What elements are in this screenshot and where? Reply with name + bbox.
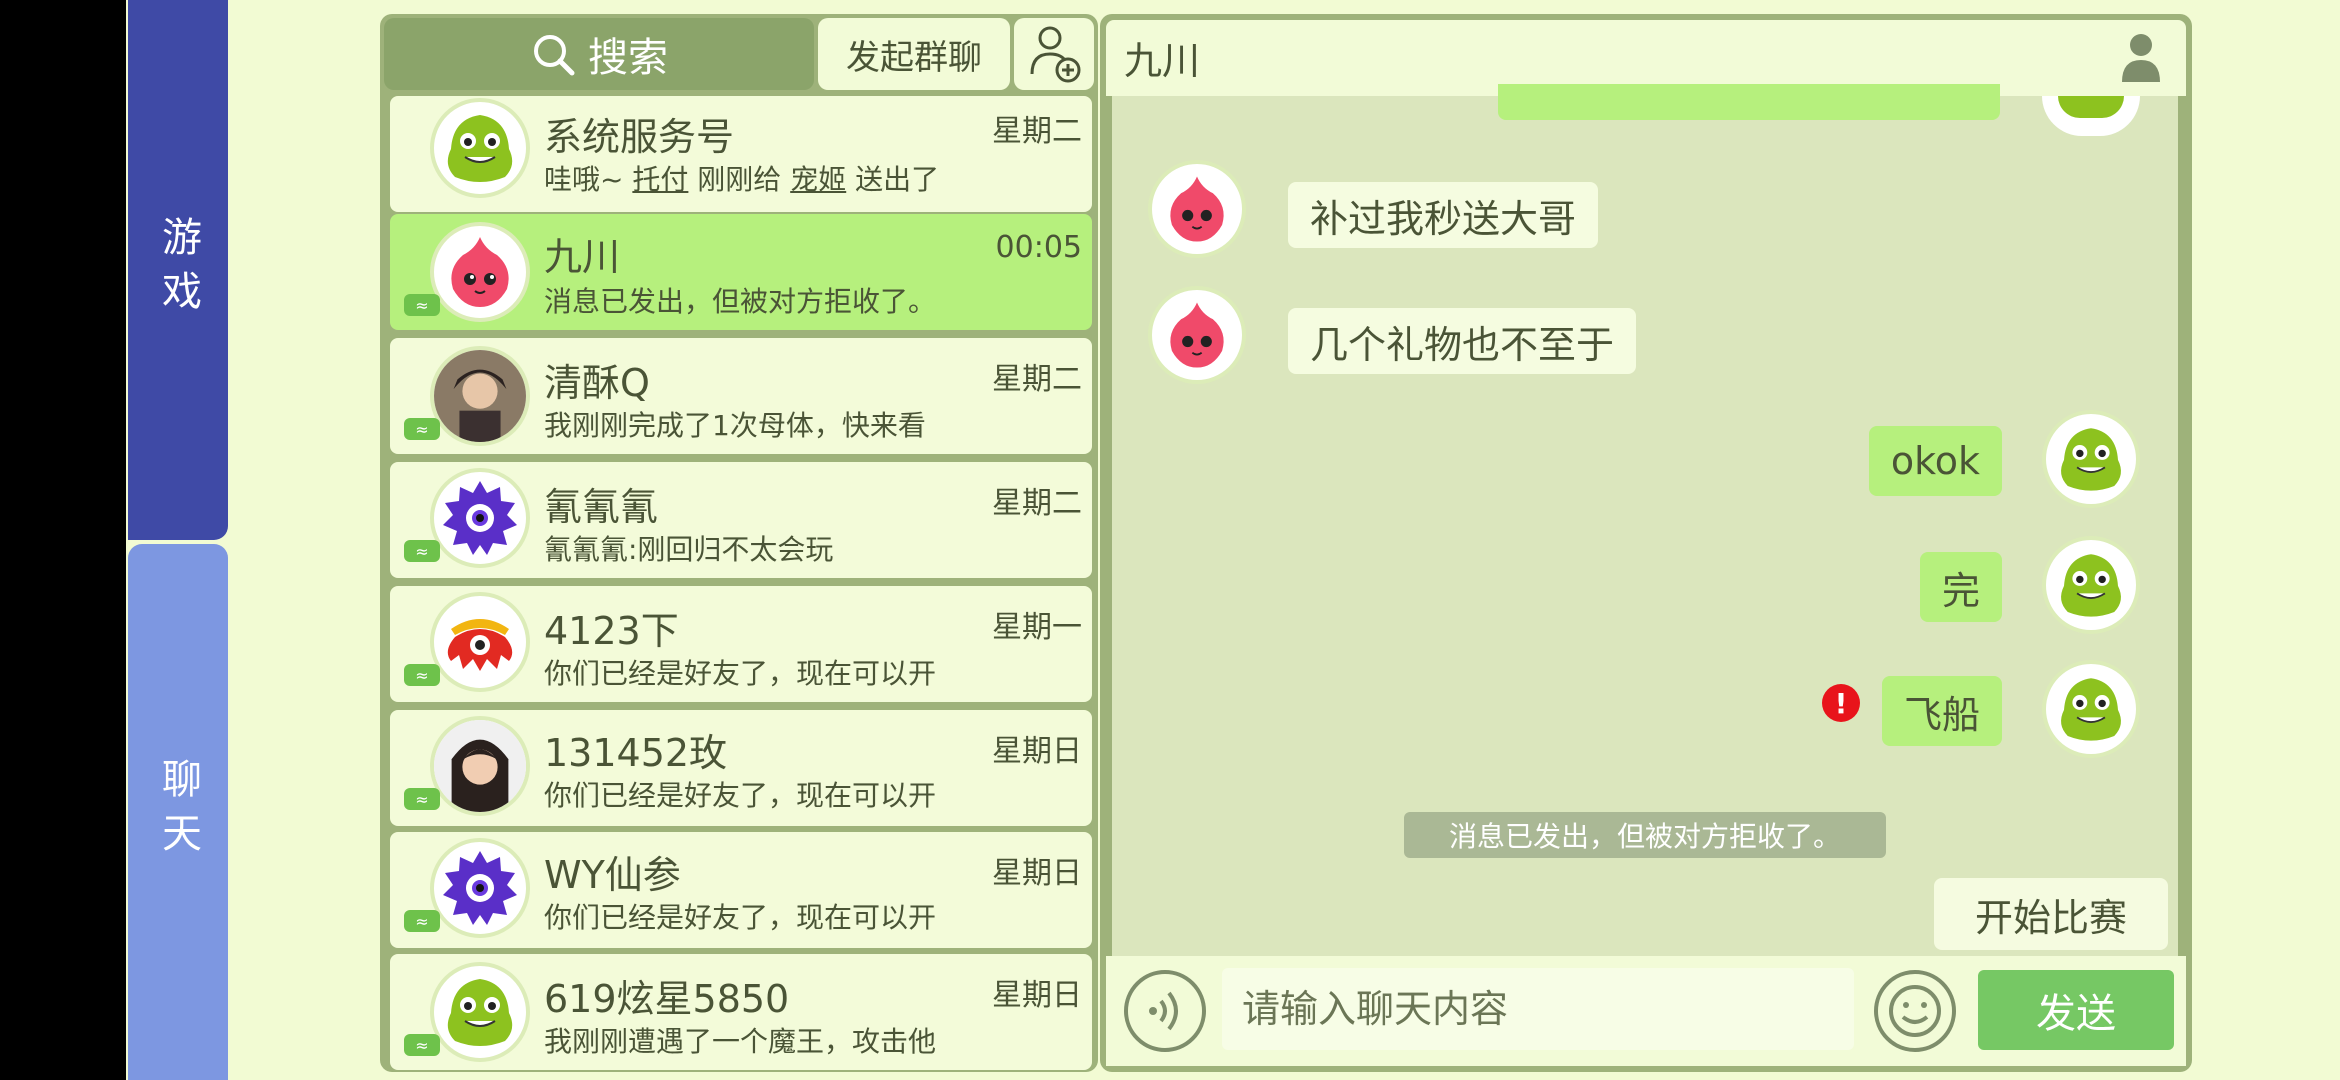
chat-time: 星期二 (992, 486, 1082, 521)
chat-time: 星期日 (992, 856, 1082, 891)
chat-name: 清酥Q (544, 361, 650, 405)
avatar (430, 222, 530, 322)
chat-time: 星期日 (992, 978, 1082, 1013)
chat-time: 星期二 (992, 114, 1082, 149)
green-monster-avatar-icon (2061, 428, 2121, 491)
chat-preview: 你们已经是好友了，现在可以开 (544, 657, 937, 690)
red-octopus-avatar-icon (447, 619, 513, 671)
avatar (430, 716, 530, 816)
tab-chat-label: 聊天 (155, 758, 201, 866)
green-monster-avatar-icon (2061, 554, 2121, 617)
message-bubble-right: okok (1868, 426, 2002, 496)
photo-avatar-icon (434, 720, 526, 812)
chat-name: 619炫星5850 (544, 977, 790, 1021)
message-bubble-right: 飞船 (1881, 676, 2002, 746)
search-label: 搜索 (588, 35, 668, 81)
green-monster-avatar-icon (447, 115, 513, 182)
chat-name: WY仙参 (544, 853, 681, 897)
system-note: 消息已发出，但被对方拒收了。 (1404, 812, 1886, 858)
avatar (430, 346, 530, 446)
avatar (430, 98, 530, 198)
photo-avatar-icon (434, 350, 526, 442)
message-bubble-left: 补过我秒送大哥 (1288, 182, 1599, 248)
online-badge-icon: ≈ (404, 788, 440, 810)
message-avatar[interactable] (1148, 160, 1246, 258)
message-bubble-left: 几个礼物也不至于 (1288, 308, 1637, 374)
online-badge-icon: ≈ (404, 1034, 440, 1056)
chat-name: 4123下 (544, 609, 679, 653)
pink-blob-avatar-icon (451, 237, 509, 307)
chat-time: 星期日 (992, 734, 1082, 769)
send-failed-icon[interactable]: ! (1822, 684, 1860, 722)
chat-preview: 我刚刚遭遇了一个魔王，攻击他 (544, 1025, 937, 1058)
online-badge-icon: ≈ (404, 664, 440, 686)
chat-name: 九川 (544, 235, 621, 279)
tab-chat[interactable]: 聊天 (128, 544, 228, 1080)
search-icon (534, 35, 575, 76)
avatar (430, 838, 530, 938)
chat-name: 131452玫 (544, 731, 728, 775)
pink-blob-avatar-icon (1170, 302, 1224, 368)
chat-preview: 消息已发出，但被对方拒收了。 (544, 285, 937, 318)
profile-icon[interactable] (2120, 32, 2162, 82)
chat-input[interactable] (1222, 968, 1854, 1050)
conversation-title: 九川 (1124, 39, 1201, 83)
emoji-icon (1889, 985, 1941, 1037)
avatar (430, 962, 530, 1062)
message-avatar[interactable] (2042, 536, 2140, 634)
purple-spiky-avatar-icon (443, 481, 517, 555)
chat-time: 00:05 (995, 230, 1082, 265)
start-match-button[interactable]: 开始比赛 (1934, 878, 2168, 950)
chat-preview: 氰氰氰:刚回归不太会玩 (544, 533, 834, 566)
chat-preview: 我刚刚完成了1次母体，快来看 (544, 409, 926, 442)
online-badge-icon: ≈ (404, 418, 440, 440)
send-button[interactable]: 发送 (1978, 970, 2174, 1050)
message-avatar[interactable] (2042, 660, 2140, 758)
pink-blob-avatar-icon (1170, 176, 1224, 242)
online-badge-icon: ≈ (404, 294, 440, 316)
online-badge-icon: ≈ (404, 540, 440, 562)
search-button[interactable]: 搜索 (384, 18, 814, 90)
online-badge-icon: ≈ (404, 910, 440, 932)
add-friend-icon (1030, 26, 1081, 83)
chat-preview: 你们已经是好友了，现在可以开 (544, 779, 937, 812)
green-monster-avatar-icon (447, 979, 513, 1046)
message-bubble-partial (1498, 84, 2000, 120)
chat-time: 星期一 (992, 610, 1082, 645)
voice-icon (1149, 991, 1178, 1031)
green-monster-avatar-icon (2061, 678, 2121, 741)
avatar (430, 592, 530, 692)
purple-spiky-avatar-icon (443, 851, 517, 925)
message-avatar[interactable] (1148, 286, 1246, 384)
chat-preview: 哇哦~ 托付 刚刚给 宠姬 送出了 (544, 163, 940, 196)
message-avatar[interactable] (2042, 410, 2140, 508)
avatar (430, 468, 530, 568)
add-friend-button[interactable] (1014, 18, 1094, 90)
voice-button[interactable] (1124, 970, 1206, 1052)
black-edge (0, 0, 126, 1080)
chat-name: 氰氰氰 (544, 485, 659, 529)
start-group-chat-button[interactable]: 发起群聊 (818, 18, 1010, 90)
chat-preview: 你们已经是好友了，现在可以开 (544, 901, 937, 934)
tab-game[interactable]: 游戏 (128, 0, 228, 540)
emoji-button[interactable] (1874, 970, 1956, 1052)
chat-name: 系统服务号 (544, 115, 735, 159)
message-bubble-right: 完 (1919, 552, 2002, 622)
tab-game-label: 游戏 (155, 216, 201, 324)
chat-time: 星期二 (992, 362, 1082, 397)
